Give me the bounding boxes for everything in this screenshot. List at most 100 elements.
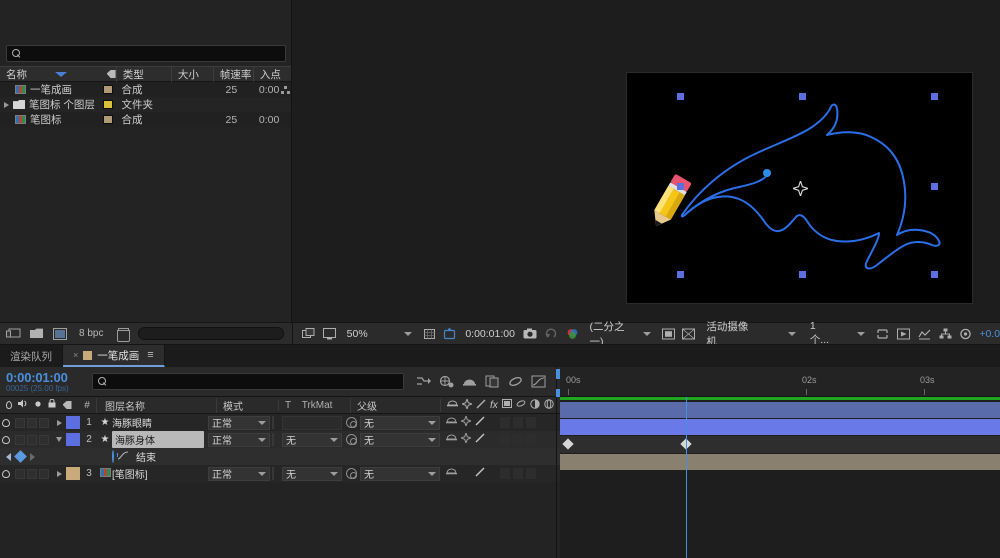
layer-blend-mode-select[interactable]: 正常 [208,467,270,481]
quality-icon[interactable] [475,416,485,429]
layer-blend-mode-select[interactable]: 正常 [208,416,270,430]
layer-name[interactable]: 海豚身体 [112,431,204,448]
layer-label-color[interactable] [66,467,80,480]
tab-render-queue[interactable]: 渲染队列 [0,345,63,367]
project-item-row[interactable]: 一笔成画 合成 25 0:00 [0,82,291,97]
layer-blend-mode-select[interactable]: 正常 [208,433,270,447]
layer-disclosure-toggle[interactable] [52,437,66,442]
layer-label-color[interactable] [66,416,80,429]
selection-handle[interactable] [931,183,938,190]
layer-duration-bar[interactable] [560,454,1000,470]
layer-audio-solo-lock[interactable] [12,435,52,445]
layer-visibility-toggle[interactable] [0,419,12,427]
comp-flowchart-icon[interactable] [938,327,953,340]
main-viewer-icon[interactable] [322,327,337,340]
project-item-swatch-cell[interactable] [100,85,115,94]
previous-keyframe-icon[interactable] [6,453,11,461]
column-header-size[interactable]: 大小 [171,67,213,82]
layer-visibility-toggle[interactable] [0,436,12,444]
graph-editor-icon[interactable] [531,375,546,389]
layer-trkmat-select[interactable]: 无 [282,433,342,447]
3d-view-icon[interactable] [682,327,697,340]
channel-color-icon[interactable] [565,327,580,340]
layer-parent-select[interactable]: 无 [360,416,440,430]
view-layout-select[interactable]: 1 个... [806,326,869,342]
new-folder-icon[interactable] [29,327,44,340]
layer-extra-switches[interactable] [496,434,544,445]
timeline-search-input[interactable] [92,373,404,390]
current-time-display[interactable]: 0:00:01:00 [463,328,517,340]
camera-view-select[interactable]: 活动摄像机 [702,326,799,342]
timeline-ruler[interactable]: 00s 02s 03s [560,367,1000,397]
selection-handle[interactable] [931,271,938,278]
layer-disclosure-toggle[interactable] [52,471,66,477]
project-item-name-cell[interactable]: 一笔成画 [0,82,100,97]
motion-blur-icon[interactable] [508,375,523,389]
selection-handle[interactable] [931,93,938,100]
column-header-framerate[interactable]: 帧速率 [213,67,253,82]
quality-icon[interactable] [475,467,485,480]
layer-name[interactable]: [笔图标] [112,466,204,481]
solo-toggle[interactable] [27,418,37,428]
layer-trkmat-select[interactable]: 无 [282,467,342,481]
layer-audio-solo-lock[interactable] [12,418,52,428]
lock-toggle[interactable] [39,469,49,479]
column-header-name[interactable]: 名称 [0,67,100,82]
timeline-toggle-icon[interactable] [917,327,932,340]
column-header-type[interactable]: 类型 [116,67,171,82]
layer-trkmat-select[interactable] [282,416,342,430]
toggle-transparency-grid-icon[interactable] [661,327,676,340]
new-composition-icon[interactable] [6,327,21,340]
resolution-select[interactable]: (二分之一) [585,326,654,342]
sort-descending-icon[interactable] [55,72,67,77]
quality-icon[interactable] [475,433,485,446]
layer-extra-switches[interactable] [496,417,544,428]
collapse-transforms-icon[interactable] [461,416,471,429]
audio-toggle[interactable] [15,418,25,428]
layer-parent-pickwhip[interactable] [342,417,360,428]
layer-preserve-transparency[interactable] [270,434,282,445]
keyframe-marker[interactable] [562,438,573,449]
show-snapshot-icon[interactable] [544,327,559,340]
layer-preserve-transparency[interactable] [270,417,282,428]
project-item-name-cell[interactable]: 笔图标 [0,112,100,127]
lock-toggle[interactable] [39,418,49,428]
timeline-track-area[interactable] [560,397,1000,558]
timeline-timecode[interactable]: 0:00:01:00 00025 (25.00 fps) [0,367,86,396]
layer-parent-pickwhip[interactable] [342,468,360,479]
project-search-input[interactable] [6,45,286,62]
shy-icon[interactable] [446,433,457,446]
shy-icon[interactable] [446,467,457,480]
project-item-swatch-cell[interactable] [100,115,115,124]
tab-composition-timeline[interactable]: × 一笔成画 ≡ [63,345,165,367]
panel-menu-icon[interactable]: ≡ [147,349,153,361]
project-item-row[interactable]: 笔图标 合成 25 0:00 [0,112,291,127]
layer-extra-switches[interactable] [496,468,544,479]
keyframe-navigator[interactable] [0,452,52,461]
exposure-reset-icon[interactable] [958,327,973,340]
grid-guides-icon[interactable] [422,327,437,340]
disclosure-triangle-icon[interactable] [4,102,9,108]
column-header-inpoint[interactable]: 入点 [253,67,291,82]
solo-toggle[interactable] [27,469,37,479]
selection-handle[interactable] [677,183,684,190]
layer-preserve-transparency[interactable] [270,468,282,479]
column-header-layer-name[interactable]: 图层名称 [96,398,216,413]
collapse-transforms-icon[interactable] [461,433,471,446]
exposure-value[interactable]: +0.0 [979,328,1000,340]
layer-switches[interactable] [440,433,496,446]
layer-duration-bar[interactable] [560,419,1000,435]
lock-toggle[interactable] [39,435,49,445]
anchor-point-icon[interactable] [793,181,808,196]
layer-switches[interactable] [440,467,496,480]
layer-parent-select[interactable]: 无 [360,433,440,447]
layer-duration-bar[interactable] [560,402,1000,418]
project-settings-icon[interactable] [52,327,67,340]
work-area-end-marker[interactable] [556,389,560,397]
project-item-swatch-cell[interactable] [100,100,115,109]
project-panel-scrollbar[interactable] [138,327,284,340]
layer-parent-select[interactable]: 无 [360,467,440,481]
selection-handle[interactable] [799,93,806,100]
solo-toggle[interactable] [27,435,37,445]
work-area-start-marker[interactable] [556,369,560,379]
